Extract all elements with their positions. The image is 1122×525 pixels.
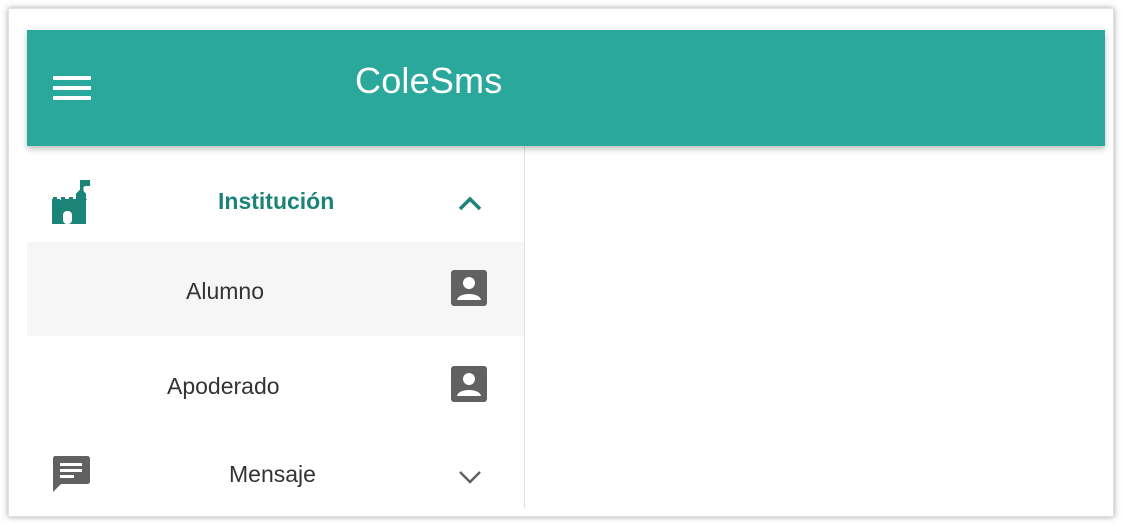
- drawer-item-label: Apoderado: [167, 373, 280, 399]
- message-icon: [53, 456, 90, 492]
- chevron-up-icon: [458, 196, 482, 211]
- menu-button[interactable]: [47, 68, 91, 108]
- hamburger-menu-icon-line: [53, 76, 91, 80]
- account-box-icon: [451, 270, 487, 306]
- hamburger-menu-icon-line: [53, 86, 91, 90]
- chevron-down-icon: [459, 471, 481, 484]
- hamburger-menu-icon-line: [53, 96, 91, 100]
- drawer-item-mensaje[interactable]: Mensaje: [27, 434, 524, 508]
- app-bar: ColeSms: [27, 30, 1105, 146]
- castle-icon: [52, 180, 91, 224]
- drawer-subitem-alumno[interactable]: Alumno: [27, 242, 524, 336]
- navigation-drawer: Institución Alumno Apoderado Mensaje: [27, 146, 525, 508]
- account-box-icon: [451, 366, 487, 402]
- drawer-item-label: Mensaje: [229, 461, 316, 487]
- main-content: Institución Alumno Apoderado Mensaje: [27, 146, 1105, 511]
- drawer-item-label: Alumno: [186, 278, 264, 304]
- app-title: ColeSms: [355, 60, 503, 101]
- drawer-item-label: Institución: [218, 188, 335, 214]
- drawer-subitem-apoderado[interactable]: Apoderado: [27, 338, 524, 432]
- drawer-item-institucion[interactable]: Institución: [27, 156, 524, 248]
